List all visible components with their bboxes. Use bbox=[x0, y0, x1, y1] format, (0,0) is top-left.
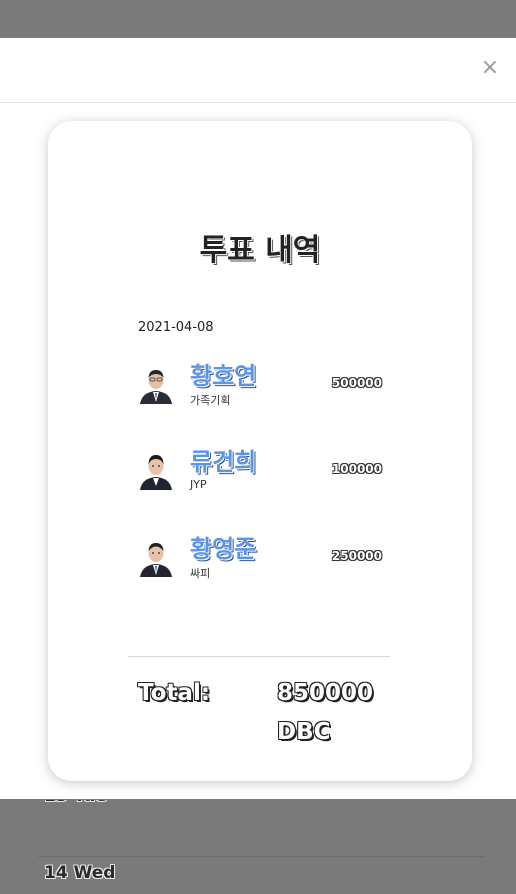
vote-name: 류건희 bbox=[190, 448, 257, 476]
vote-amount: 500000 bbox=[331, 376, 382, 390]
vote-row: 류건희 JYP 100000 bbox=[138, 442, 382, 502]
vote-agency: 싸피 bbox=[190, 567, 211, 580]
vote-row: 황영준 싸피 250000 bbox=[138, 529, 382, 589]
total-value: 850000 bbox=[277, 680, 374, 706]
modal-header: × bbox=[0, 38, 516, 103]
vote-row: 황호연 가족기획 500000 bbox=[138, 356, 382, 416]
total-divider bbox=[128, 656, 390, 657]
avatar bbox=[138, 364, 174, 404]
vote-date: 2021-04-08 bbox=[138, 320, 214, 335]
vote-amount: 250000 bbox=[331, 549, 382, 563]
card-title: 투표 내역 bbox=[199, 233, 321, 268]
vote-name: 황호연 bbox=[190, 362, 257, 390]
close-icon[interactable]: × bbox=[480, 57, 500, 79]
vote-agency: JYP bbox=[190, 478, 207, 491]
total-label: Total: bbox=[138, 680, 211, 706]
vote-history-card: 투표 내역 2021-04-08 황호연 가족기획 500000 류건희 JYP… bbox=[48, 121, 472, 781]
total-unit: DBC bbox=[277, 719, 331, 745]
vote-name: 황영준 bbox=[190, 535, 257, 563]
vote-amount: 100000 bbox=[331, 462, 382, 476]
vote-agency: 가족기획 bbox=[190, 394, 231, 407]
avatar bbox=[138, 537, 174, 577]
vote-history-modal: × 투표 내역 2021-04-08 황호연 가족기획 500000 류건희 J… bbox=[0, 38, 516, 799]
avatar bbox=[138, 450, 174, 490]
background-divider bbox=[38, 856, 484, 857]
background-date: 14 Wed bbox=[44, 863, 116, 883]
